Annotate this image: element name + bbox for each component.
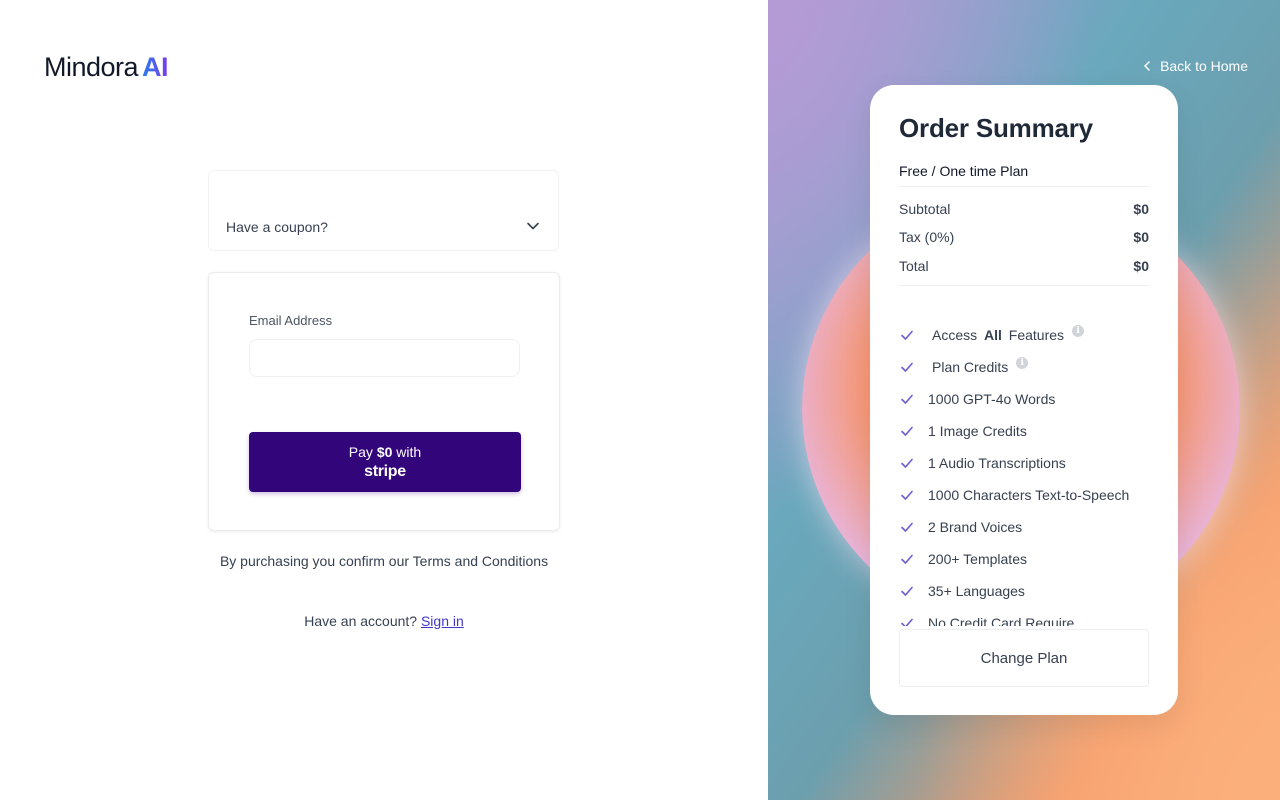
- list-item: 1 Image Credits: [900, 415, 1160, 447]
- checkout-panel: Mindora AI Have a coupon? Email Address …: [0, 0, 768, 800]
- change-plan-button[interactable]: Change Plan: [899, 629, 1149, 687]
- sign-in-link[interactable]: Sign in: [421, 613, 464, 629]
- brand-name: Mindora: [44, 52, 139, 82]
- check-icon: [901, 490, 913, 500]
- feature-list: Access All Features i Plan Credits i 100…: [900, 319, 1160, 626]
- brand-logo[interactable]: Mindora AI: [44, 52, 169, 83]
- list-item: 1000 GPT-4o Words: [900, 383, 1160, 415]
- email-field[interactable]: [249, 339, 520, 377]
- pay-amount: $0: [376, 443, 393, 460]
- feature-text: Plan Credits: [932, 359, 1009, 375]
- check-icon: [901, 362, 913, 372]
- account-prompt-text: Have an account?: [304, 613, 421, 629]
- feature-text: 35+ Languages: [928, 583, 1025, 599]
- check-icon: [901, 394, 913, 404]
- brand-suffix: AI: [142, 52, 169, 82]
- order-panel: Back to Home Order Summary Free / One ti…: [768, 0, 1280, 800]
- feature-text-pre: Access: [932, 327, 982, 343]
- total-label: Total: [899, 258, 929, 274]
- email-label: Email Address: [249, 313, 333, 328]
- feature-text-post: Features: [1004, 327, 1065, 343]
- subtotal-value: $0: [1133, 201, 1149, 217]
- list-item: Access All Features i: [900, 319, 1160, 351]
- divider: [899, 285, 1149, 286]
- check-icon: [901, 522, 913, 532]
- check-icon: [901, 586, 913, 596]
- account-prompt: Have an account? Sign in: [208, 613, 560, 629]
- check-icon: [901, 618, 913, 626]
- check-icon: [901, 330, 913, 340]
- feature-text: 1000 GPT-4o Words: [928, 391, 1056, 407]
- check-icon: [901, 554, 913, 564]
- chevron-left-icon: [1144, 61, 1150, 71]
- pay-with-stripe-button[interactable]: Pay $0 with stripe: [249, 432, 521, 492]
- stripe-logo: stripe: [364, 462, 406, 480]
- pay-suffix: with: [392, 443, 422, 460]
- feature-text: Access All Features: [932, 327, 1064, 343]
- list-item: 200+ Templates: [900, 543, 1160, 575]
- total-value: $0: [1133, 258, 1149, 274]
- check-icon: [901, 458, 913, 468]
- list-item: 1 Audio Transcriptions: [900, 447, 1160, 479]
- back-to-home-link[interactable]: Back to Home: [1142, 58, 1248, 74]
- tax-label: Tax (0%): [899, 229, 955, 245]
- list-item: No Credit Card Require: [900, 607, 1160, 626]
- subtotal-row: Subtotal $0: [899, 201, 1149, 217]
- feature-text: 1000 Characters Text-to-Speech: [928, 487, 1130, 503]
- feature-text: No Credit Card Require: [928, 615, 1075, 626]
- terms-notice: By purchasing you confirm our Terms and …: [219, 553, 549, 569]
- chevron-down-icon: [527, 222, 539, 230]
- subtotal-label: Subtotal: [899, 201, 951, 217]
- order-summary-title: Order Summary: [899, 113, 1093, 143]
- divider: [899, 186, 1149, 187]
- feature-text: 1 Audio Transcriptions: [928, 455, 1066, 471]
- feature-text-bold: All: [984, 327, 1002, 343]
- total-row: Total $0: [899, 258, 1149, 274]
- tax-value: $0: [1133, 229, 1149, 245]
- info-icon[interactable]: i: [1016, 357, 1029, 369]
- payment-card: Email Address Pay $0 with stripe: [208, 272, 560, 531]
- list-item: 35+ Languages: [900, 575, 1160, 607]
- list-item: Plan Credits i: [900, 351, 1160, 383]
- check-icon: [901, 426, 913, 436]
- tax-row: Tax (0%) $0: [899, 229, 1149, 245]
- coupon-label: Have a coupon?: [226, 219, 328, 235]
- pay-prefix: Pay: [348, 443, 377, 460]
- coupon-toggle[interactable]: Have a coupon?: [208, 170, 559, 251]
- list-item: 2 Brand Voices: [900, 511, 1160, 543]
- feature-text: 1 Image Credits: [928, 423, 1027, 439]
- info-icon[interactable]: i: [1072, 325, 1085, 337]
- pay-button-text: Pay $0 with: [349, 443, 421, 461]
- back-label: Back to Home: [1160, 58, 1248, 74]
- feature-text: 2 Brand Voices: [928, 519, 1023, 535]
- plan-name: Free / One time Plan: [899, 163, 1029, 179]
- list-item: 1000 Characters Text-to-Speech: [900, 479, 1160, 511]
- feature-text: 200+ Templates: [928, 551, 1027, 567]
- order-summary-card: Order Summary Free / One time Plan Subto…: [870, 85, 1178, 715]
